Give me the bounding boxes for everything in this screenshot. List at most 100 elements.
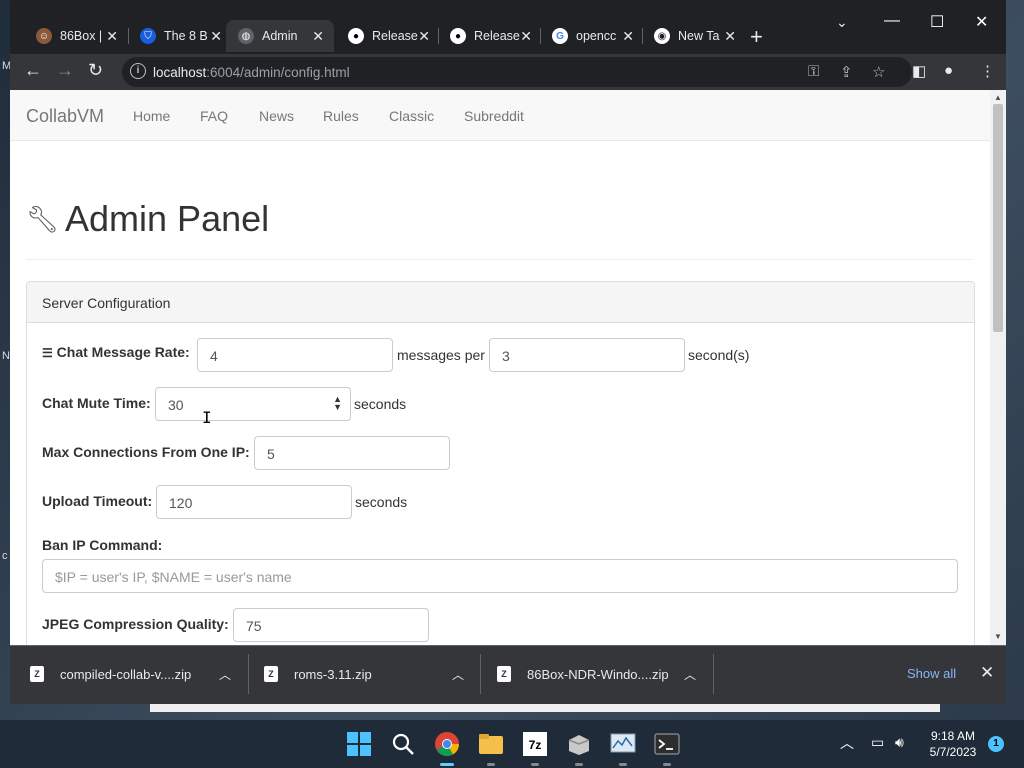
url-path: :6004/admin/config.html [206, 65, 350, 80]
scroll-thumb[interactable] [993, 104, 1003, 332]
divider [713, 654, 714, 694]
nav-classic[interactable]: Classic [389, 108, 434, 124]
tab-search-icon[interactable]: ⌄ [836, 14, 848, 31]
chat-rate-label-text: Chat Message Rate: [56, 344, 190, 360]
network-icon[interactable]: ▭ [871, 734, 884, 751]
upload-timeout-label: Upload Timeout: [42, 493, 153, 509]
star-icon[interactable]: ☆ [872, 63, 885, 81]
nav-news[interactable]: News [259, 108, 294, 124]
divider [26, 259, 973, 260]
chat-rate-messages-input[interactable]: 4 [197, 338, 393, 372]
chevron-up-icon[interactable]: ︿ [219, 666, 231, 683]
chat-rate-seconds-input[interactable]: 3 [489, 338, 685, 372]
divider [248, 654, 249, 694]
chevron-up-icon[interactable]: ︿ [684, 666, 696, 683]
tray-overflow-icon[interactable]: ︿ [840, 733, 854, 753]
browser-window: ☺ 86Box | ✕ ⛉ The 8 B ✕ ◍ Admin ✕ ● Rele… [10, 0, 1006, 704]
new-tab-button[interactable]: + [750, 24, 763, 50]
panel-heading-text: Server Configuration [42, 295, 171, 311]
tab-new-tab[interactable]: ◉ New Ta ✕ [642, 20, 746, 52]
page-viewport: CollabVM Home FAQ News Rules Classic Sub… [10, 90, 1006, 645]
share-icon[interactable]: ⇪ [840, 63, 853, 81]
close-icon[interactable]: ✕ [418, 28, 430, 45]
nav-home[interactable]: Home [133, 108, 170, 124]
chevron-up-icon[interactable]: ︿ [452, 666, 464, 683]
url-text[interactable]: localhost:6004/admin/config.html [153, 65, 350, 80]
close-shelf-icon[interactable]: ✕ [980, 663, 994, 683]
file-explorer-icon[interactable] [478, 731, 504, 757]
spinner-icon[interactable]: ▲ ▼ [333, 395, 342, 412]
max-connections-input[interactable]: 5 [254, 436, 450, 470]
download-item[interactable]: Z 86Box-NDR-Windo....zip ︿ [497, 646, 707, 704]
nav-faq[interactable]: FAQ [200, 108, 228, 124]
ban-ip-input[interactable]: $IP = user's IP, $NAME = user's name [42, 559, 958, 593]
close-icon[interactable]: ✕ [724, 28, 736, 45]
nav-subreddit[interactable]: Subreddit [464, 108, 524, 124]
align-left-icon: ☰ [42, 346, 53, 360]
download-item[interactable]: Z compiled-collab-v....zip ︿ [30, 646, 240, 704]
tab-the-8-b[interactable]: ⛉ The 8 B ✕ [128, 20, 232, 52]
7zip-icon[interactable]: 7z [522, 731, 548, 757]
panel-heading: Server Configuration [27, 282, 974, 323]
taskbar: 7z ︿ ▭ 🔊︎ 9:18 AM 5/7/2023 1 [0, 720, 1024, 768]
clock[interactable]: 9:18 AM 5/7/2023 [925, 728, 981, 760]
close-icon[interactable]: ✕ [622, 28, 634, 45]
notification-badge[interactable]: 1 [988, 736, 1004, 752]
windows-start-icon[interactable] [346, 731, 372, 757]
forward-icon[interactable]: → [56, 60, 74, 81]
clock-date: 5/7/2023 [929, 745, 977, 759]
reload-icon[interactable]: ↻ [88, 60, 103, 81]
chrome-icon[interactable] [434, 731, 460, 757]
github-icon: ● [450, 28, 466, 44]
address-bar[interactable]: i localhost:6004/admin/config.html ⚿ ⇪ ☆ [122, 57, 912, 87]
tab-86box[interactable]: ☺ 86Box | ✕ [24, 20, 128, 52]
menu-icon[interactable]: ⋮ [980, 62, 995, 80]
close-icon[interactable]: ✕ [210, 28, 222, 45]
chat-rate-unit-text: second(s) [688, 347, 750, 363]
svg-text:7z: 7z [529, 738, 542, 752]
terminal-icon[interactable] [654, 731, 680, 757]
close-icon[interactable]: ✕ [520, 28, 532, 45]
close-window-icon[interactable]: ✕ [975, 12, 988, 32]
nav-rules[interactable]: Rules [323, 108, 359, 124]
brand-link[interactable]: CollabVM [26, 106, 104, 127]
key-icon[interactable]: ⚿ [808, 63, 819, 80]
tab-opencc[interactable]: G opencc ✕ [540, 20, 644, 52]
tab-admin[interactable]: ◍ Admin ✕ [226, 20, 334, 52]
mute-time-input[interactable]: 30 ▲ ▼ [155, 387, 351, 421]
clock-time: 9:18 AM [930, 729, 976, 743]
site-info-icon[interactable]: i [130, 63, 146, 79]
side-panel-icon[interactable]: ◧ [912, 62, 926, 80]
zip-file-icon: Z [30, 666, 44, 682]
browser-toolbar: ← → ↻ i localhost:6004/admin/config.html… [10, 54, 1006, 90]
back-icon[interactable]: ← [24, 60, 42, 81]
volume-icon[interactable]: 🔊︎ [895, 734, 904, 751]
tab-strip: ☺ 86Box | ✕ ⛉ The 8 B ✕ ◍ Admin ✕ ● Rele… [10, 0, 1006, 54]
ban-ip-label: Ban IP Command: [42, 537, 163, 553]
upload-timeout-input[interactable]: 120 [156, 485, 352, 519]
monitor-app-icon[interactable] [610, 731, 636, 757]
maximize-icon[interactable]: ☐ [930, 12, 944, 32]
show-all-button[interactable]: Show all [907, 666, 956, 681]
tab-release-2[interactable]: ● Release ✕ [438, 20, 542, 52]
profile-icon[interactable]: ● [944, 62, 953, 79]
package-icon[interactable] [566, 731, 592, 757]
page-scrollbar[interactable]: ▲ ▼ [990, 90, 1006, 645]
download-item[interactable]: Z roms-3.11.zip ︿ [264, 646, 474, 704]
tab-release-1[interactable]: ● Release ✕ [336, 20, 440, 52]
jpeg-quality-input[interactable]: 75 [233, 608, 429, 642]
search-icon[interactable] [390, 731, 416, 757]
scroll-up-icon[interactable]: ▲ [994, 93, 1002, 102]
download-name: roms-3.11.zip [294, 667, 372, 682]
download-shelf: Z compiled-collab-v....zip ︿ Z roms-3.11… [10, 645, 1006, 704]
minimize-icon[interactable]: — [884, 12, 900, 30]
app-indicator [487, 763, 495, 766]
chat-rate-label: ☰ Chat Message Rate: [42, 344, 190, 360]
scroll-down-icon[interactable]: ▼ [994, 632, 1002, 641]
zip-file-icon: Z [264, 666, 278, 682]
close-icon[interactable]: ✕ [106, 28, 118, 45]
close-icon[interactable]: ✕ [312, 28, 324, 45]
jpeg-quality-label: JPEG Compression Quality: [42, 616, 229, 632]
download-name: 86Box-NDR-Windo....zip [527, 667, 669, 682]
max-connections-label: Max Connections From One IP: [42, 444, 250, 460]
